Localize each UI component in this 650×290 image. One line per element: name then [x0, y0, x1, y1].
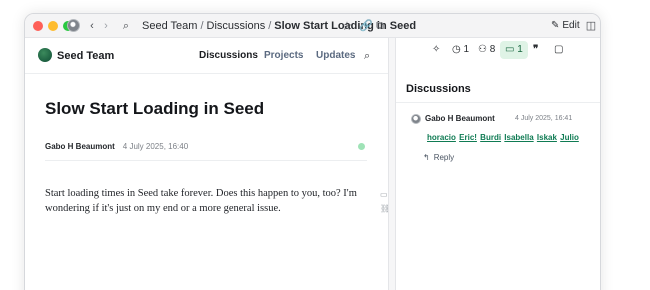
sidebar-toggle-icon[interactable]: ◫: [585, 14, 597, 38]
panel-title: Discussions: [406, 83, 471, 95]
copy-icon[interactable]: ⧉: [374, 14, 386, 38]
link-icon[interactable]: 🔗: [359, 14, 373, 38]
versions-button[interactable]: ◷ 1: [449, 41, 472, 59]
divider: [45, 160, 367, 161]
document-body: Start loading times in Seed take forever…: [45, 188, 357, 214]
mention-link[interactable]: Eric!: [459, 133, 477, 142]
sparkle-icon: ✧: [432, 44, 441, 55]
quote-icon: ❞: [533, 44, 539, 55]
discussions-panel: ✧ ◷ 1 ⚇ 8 ▭ 1 ❞ ▢ Discussions Gabo H Bea…: [396, 38, 600, 290]
publish-date: 4 July 2025, 16:40: [122, 142, 189, 151]
app-window: ‹ › ⌕ Seed Team / Discussions / Slow Start L…: [24, 13, 601, 290]
users-icon: ⚇: [478, 44, 487, 55]
breadcrumb-separator: /: [268, 20, 272, 32]
activity-button[interactable]: ✧: [429, 41, 443, 59]
comment-icon: ▭: [505, 44, 515, 55]
account-avatar[interactable]: [67, 19, 80, 32]
site-title[interactable]: Seed Team: [57, 38, 114, 74]
clock-icon: ◷: [452, 44, 461, 55]
titlebar: ‹ › ⌕ Seed Team / Discussions / Slow Start L…: [25, 14, 600, 38]
breadcrumb-item-seed-team[interactable]: Seed Team: [142, 20, 197, 32]
collaborators-button[interactable]: ⚇ 8: [475, 41, 498, 59]
panel-toolbar: ✧ ◷ 1 ⚇ 8 ▭ 1 ❞ ▢: [396, 38, 600, 62]
nav-discussions[interactable]: Discussions: [199, 38, 258, 74]
comment-icon[interactable]: ▭: [380, 190, 388, 199]
comment-date: 4 July 2025, 16:41: [515, 115, 573, 122]
pencil-icon: ✎: [551, 20, 560, 31]
mention-link[interactable]: Burdi: [480, 133, 501, 142]
comments-count: 1: [517, 44, 523, 55]
site-logo[interactable]: [38, 48, 52, 62]
avatar[interactable]: [411, 114, 421, 124]
comment-mentions: horacio Eric! Burdi Isabella Iskak Julio: [427, 133, 580, 142]
status-dot: [358, 143, 365, 150]
star-icon[interactable]: ☆: [341, 14, 353, 38]
directory-button[interactable]: ▢: [551, 41, 566, 59]
breadcrumb-item-discussions[interactable]: Discussions: [207, 20, 266, 32]
breadcrumb-separator: /: [200, 20, 204, 32]
edit-button[interactable]: ✎ Edit: [551, 14, 580, 38]
mention-link[interactable]: Isabella: [504, 133, 533, 142]
reply-arrow-icon: ↰: [423, 153, 430, 162]
document-pane: Seed Team Discussions Projects Updates ⌕…: [25, 38, 390, 290]
folder-icon: ▢: [554, 44, 564, 55]
discussions-tab-button[interactable]: ▭ 1: [500, 41, 528, 59]
forward-arrow-icon[interactable]: ›: [101, 14, 111, 38]
collaborators-count: 8: [489, 44, 496, 55]
page-title: Slow Start Loading in Seed: [45, 99, 265, 118]
mention-link[interactable]: Julio: [560, 133, 579, 142]
site-header: Seed Team Discussions Projects Updates ⌕: [25, 38, 388, 74]
document-meta: Gabo H Beaumont 4 July 2025, 16:40: [45, 142, 188, 151]
reply-label: Reply: [433, 153, 455, 162]
reply-button[interactable]: ↰ Reply: [423, 153, 454, 162]
mention-link[interactable]: horacio: [427, 133, 456, 142]
citations-button[interactable]: ❞: [530, 41, 541, 59]
comment-author[interactable]: Gabo H Beaumont: [425, 114, 495, 123]
search-icon[interactable]: ⌕: [120, 14, 132, 38]
nav-projects[interactable]: Projects: [264, 38, 303, 74]
versions-count: 1: [463, 44, 470, 55]
mention-link[interactable]: Iskak: [537, 133, 557, 142]
minimize-window-button[interactable]: [48, 21, 58, 31]
edit-label: Edit: [562, 20, 580, 31]
close-window-button[interactable]: [33, 21, 43, 31]
back-arrow-icon[interactable]: ‹: [87, 14, 97, 38]
pane-resize-handle[interactable]: [388, 38, 396, 290]
divider: [396, 102, 600, 103]
search-icon[interactable]: ⌕: [364, 38, 370, 74]
nav-updates[interactable]: Updates: [316, 38, 355, 74]
author-name[interactable]: Gabo H Beaumont: [45, 142, 115, 151]
